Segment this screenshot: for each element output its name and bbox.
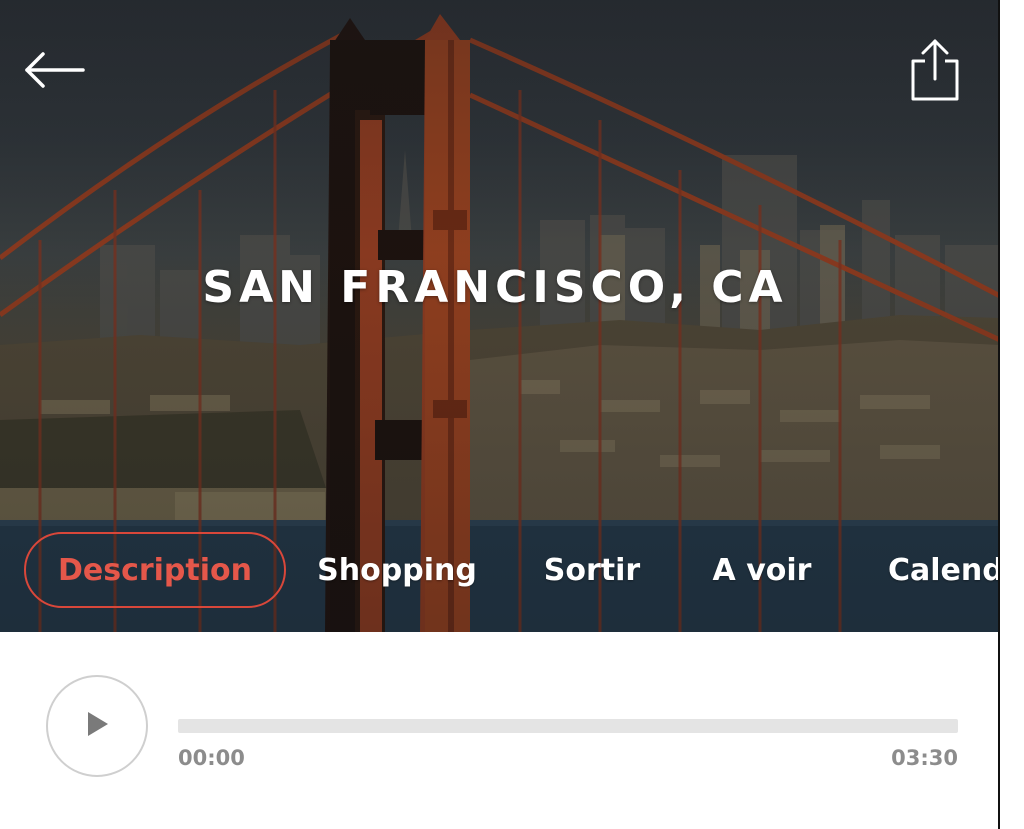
audio-progress-bar[interactable] <box>178 719 958 733</box>
back-button[interactable] <box>18 46 90 98</box>
audio-player: 00:00 03:30 <box>0 632 998 829</box>
page-title: SAN FRANCISCO, CA <box>202 262 788 313</box>
share-icon <box>909 37 961 107</box>
section-tabs: Description Shopping Sortir A voir Calen… <box>0 532 1000 610</box>
hero-banner: SAN FRANCISCO, CA Description Shopping S… <box>0 0 1000 632</box>
city-guide-screen: SAN FRANCISCO, CA Description Shopping S… <box>0 0 1000 829</box>
screen-edge <box>998 0 1000 829</box>
share-button[interactable] <box>900 34 970 110</box>
tab-description[interactable]: Description <box>24 532 286 608</box>
tab-a-voir[interactable]: A voir <box>700 532 824 608</box>
total-time: 03:30 <box>891 746 958 770</box>
play-button[interactable] <box>46 675 148 777</box>
play-icon <box>84 710 110 742</box>
current-time: 00:00 <box>178 746 245 770</box>
tab-sortir[interactable]: Sortir <box>530 532 654 608</box>
tab-shopping[interactable]: Shopping <box>312 532 482 608</box>
tab-calendrier[interactable]: Calend <box>888 532 1000 608</box>
arrow-left-icon <box>21 50 87 94</box>
